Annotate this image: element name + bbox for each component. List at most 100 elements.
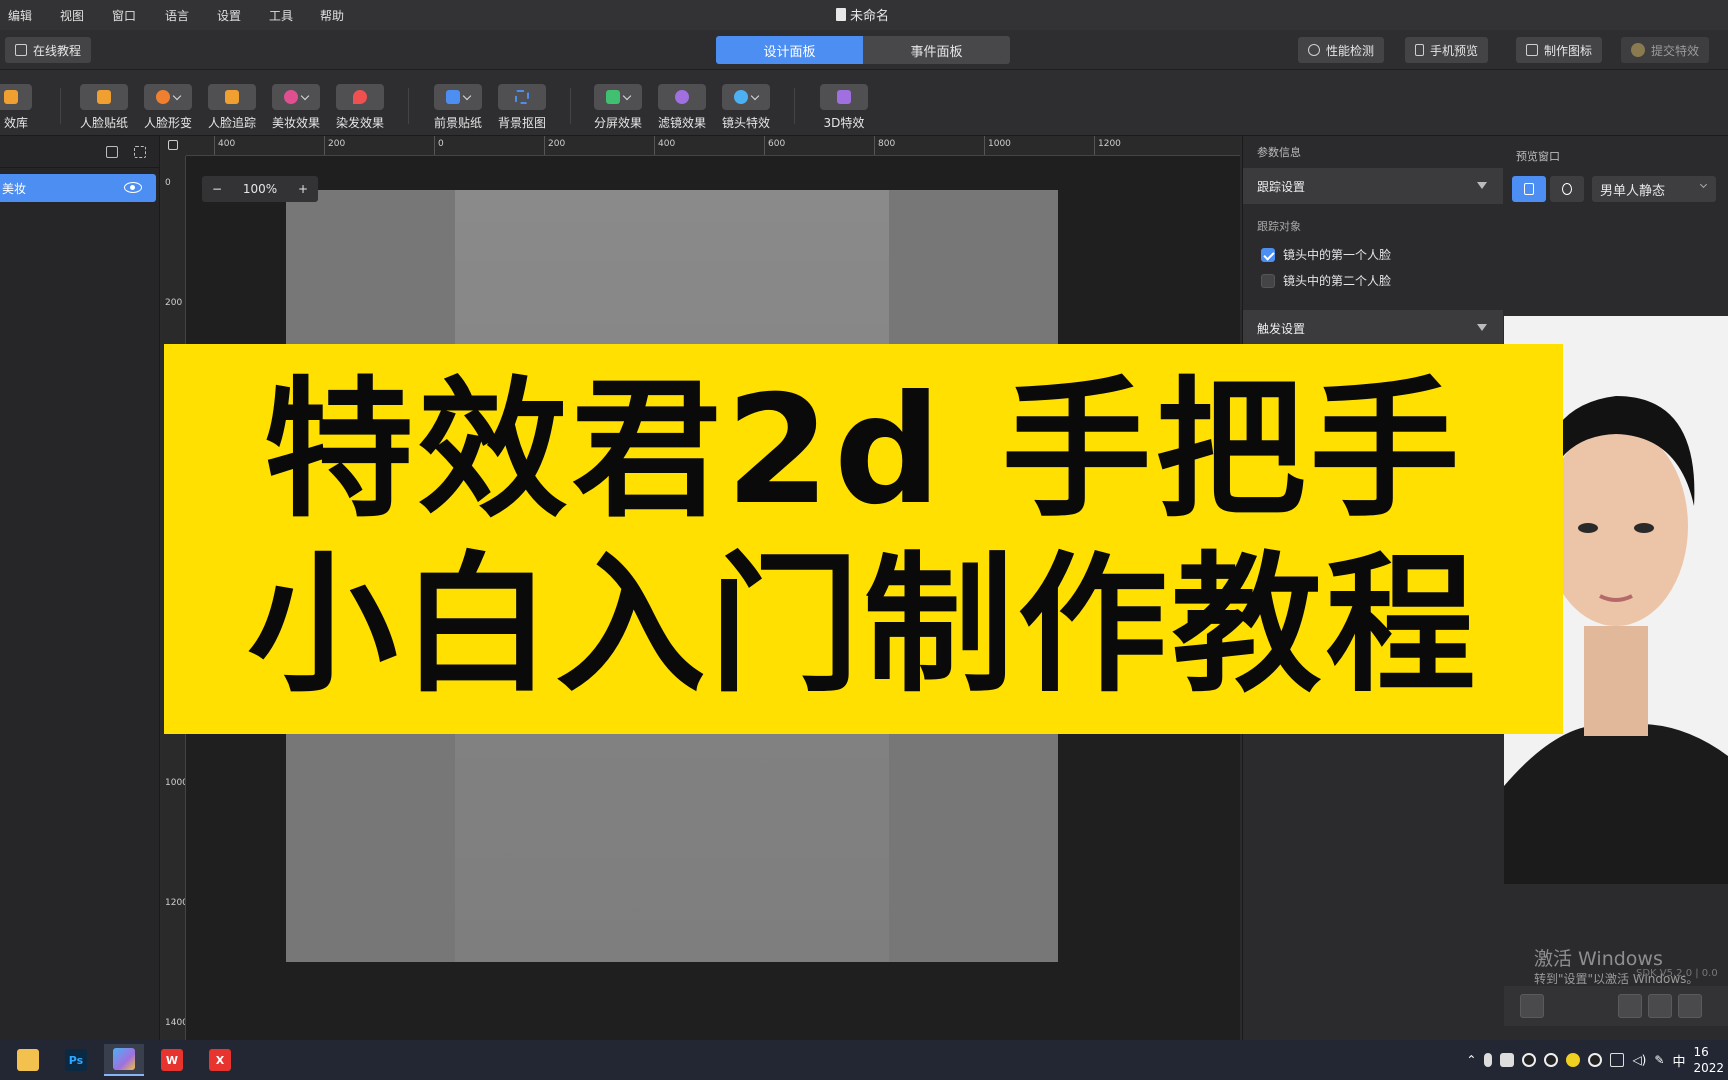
image-icon xyxy=(1526,44,1538,56)
taskbar-file-explorer[interactable] xyxy=(8,1044,48,1076)
menu-bar: 编辑 视图 窗口 语言 设置 工具 帮助 未命名 xyxy=(0,0,1728,30)
menu-edit[interactable]: 编辑 xyxy=(8,7,32,24)
microphone-icon[interactable] xyxy=(1484,1053,1493,1067)
eye-icon[interactable] xyxy=(124,182,142,193)
tool-3d-effect[interactable]: 3D特效 xyxy=(820,84,868,131)
zoom-in-button[interactable]: + xyxy=(298,182,308,196)
makeup-icon xyxy=(284,90,298,104)
tray-chevron-up-icon[interactable]: ⌃ xyxy=(1466,1053,1476,1067)
tool-filter[interactable]: 滤镜效果 xyxy=(658,84,706,131)
clock[interactable]: 16 2022 xyxy=(1693,1044,1724,1076)
ruler-tick xyxy=(1094,136,1095,155)
effect-editor-icon xyxy=(113,1048,135,1070)
checkbox-icon[interactable] xyxy=(1261,273,1275,288)
pause-button[interactable] xyxy=(1648,994,1672,1018)
tracking-settings-header[interactable]: 跟踪设置 xyxy=(1243,168,1503,204)
ruler-tick xyxy=(654,136,655,155)
option-first-face[interactable]: 镜头中的第一个人脸 xyxy=(1261,246,1391,263)
preview-model-select[interactable]: 男单人静态 xyxy=(1592,176,1716,202)
menu-help[interactable]: 帮助 xyxy=(320,7,344,24)
phone-preview-button[interactable]: 手机预览 xyxy=(1405,37,1489,63)
online-tutorial-button[interactable]: 在线教程 xyxy=(5,37,92,63)
tracking-target-label: 跟踪对象 xyxy=(1257,220,1301,233)
pen-icon[interactable]: ✎ xyxy=(1654,1053,1664,1067)
tool-face-sticker-label: 人脸贴纸 xyxy=(80,116,129,130)
notification-icon[interactable] xyxy=(1500,1053,1515,1067)
tool-foreground-sticker[interactable]: 前景贴纸 xyxy=(434,84,482,131)
ruler-label: 400 xyxy=(218,139,236,149)
group-layer-icon[interactable] xyxy=(134,146,146,158)
ime-indicator[interactable]: 中 xyxy=(1672,1051,1685,1070)
menu-tools[interactable]: 工具 xyxy=(269,7,293,24)
3d-effect-icon xyxy=(837,90,851,104)
qq-icon-2[interactable] xyxy=(1544,1053,1559,1067)
menu-window[interactable]: 窗口 xyxy=(112,7,136,24)
taskbar-xmind[interactable]: X xyxy=(200,1044,240,1076)
menu-settings[interactable]: 设置 xyxy=(217,7,241,24)
tray-app-icon[interactable] xyxy=(1566,1053,1581,1067)
lock-icon[interactable] xyxy=(168,140,178,150)
performance-check-button[interactable]: 性能检测 xyxy=(1298,37,1385,63)
preview-image-mode-button[interactable] xyxy=(1512,176,1546,202)
ruler-tick xyxy=(874,136,875,155)
panel-switcher: 设计面板 事件面板 xyxy=(716,36,1010,64)
next-button[interactable] xyxy=(1678,994,1702,1018)
zoom-level: 100% xyxy=(242,182,278,196)
chevron-down-icon xyxy=(750,91,760,100)
clock-time: 16 xyxy=(1693,1045,1709,1059)
toolbar-divider xyxy=(794,88,795,124)
camera-icon xyxy=(1562,183,1572,195)
preview-model-value: 男单人静态 xyxy=(1600,183,1666,199)
checkbox-checked-icon[interactable] xyxy=(1261,247,1275,262)
ruler-tick xyxy=(984,136,985,155)
hair-dye-icon xyxy=(353,90,367,104)
tool-makeup[interactable]: 美妆效果 xyxy=(272,84,320,131)
menu-view[interactable]: 视图 xyxy=(60,7,84,24)
tool-lens-effect-label: 镜头特效 xyxy=(722,116,771,130)
trigger-settings-header[interactable]: 触发设置 xyxy=(1243,310,1503,346)
tool-foreground-sticker-label: 前景贴纸 xyxy=(434,116,483,130)
qq-icon[interactable] xyxy=(1522,1053,1537,1067)
zoom-out-button[interactable]: − xyxy=(212,182,222,196)
tool-face-track[interactable]: 人脸追踪 xyxy=(208,84,256,131)
network-icon[interactable] xyxy=(1610,1053,1625,1067)
submit-effect-button[interactable]: 提交特效 xyxy=(1621,37,1710,63)
ruler-label: 200 xyxy=(328,139,346,149)
tool-face-sticker[interactable]: 人脸贴纸 xyxy=(80,84,128,131)
tool-background-cutout[interactable]: 背景抠图 xyxy=(498,84,546,131)
tool-hair-dye-label: 染发效果 xyxy=(336,116,385,130)
chevron-down-icon xyxy=(462,91,472,100)
phone-frame-button[interactable] xyxy=(1520,994,1544,1018)
tool-effect-library[interactable]: 效库 xyxy=(0,84,32,131)
option-second-face[interactable]: 镜头中的第二个人脸 xyxy=(1261,272,1391,289)
tab-event-panel[interactable]: 事件面板 xyxy=(863,36,1010,64)
tool-face-morph[interactable]: 人脸形变 xyxy=(144,84,192,131)
layers-panel-header xyxy=(0,136,160,168)
preview-camera-mode-button[interactable] xyxy=(1550,176,1584,202)
chevron-down-icon xyxy=(172,91,182,100)
ruler-label: 200 xyxy=(548,139,566,149)
tab-design-panel[interactable]: 设计面板 xyxy=(716,36,863,64)
taskbar-photoshop[interactable]: Ps xyxy=(56,1044,96,1076)
taskbar-effect-editor[interactable] xyxy=(104,1044,144,1076)
ruler-label: 0 xyxy=(438,139,444,149)
ruler-label: 1200 xyxy=(165,898,186,908)
ruler-label: 1000 xyxy=(988,139,1011,149)
menu-language[interactable]: 语言 xyxy=(165,7,189,24)
foreground-sticker-icon xyxy=(446,90,460,104)
qq-icon-3[interactable] xyxy=(1588,1053,1603,1067)
tool-hair-dye[interactable]: 染发效果 xyxy=(336,84,384,131)
previous-button[interactable] xyxy=(1618,994,1642,1018)
layer-item-makeup[interactable]: 美妆 xyxy=(0,174,156,202)
gauge-icon xyxy=(1308,44,1320,56)
make-icon-button[interactable]: 制作图标 xyxy=(1516,37,1603,63)
make-icon-label: 制作图标 xyxy=(1544,43,1593,58)
volume-icon[interactable]: ◁) xyxy=(1632,1053,1646,1067)
tool-split-screen[interactable]: 分屏效果 xyxy=(594,84,642,131)
tool-lens-effect[interactable]: 镜头特效 xyxy=(722,84,770,131)
copy-layer-icon[interactable] xyxy=(106,146,118,158)
submit-icon xyxy=(1631,43,1645,57)
ruler-label: 600 xyxy=(768,139,786,149)
taskbar-wps[interactable]: W xyxy=(152,1044,192,1076)
option-second-face-label: 镜头中的第二个人脸 xyxy=(1283,274,1392,288)
